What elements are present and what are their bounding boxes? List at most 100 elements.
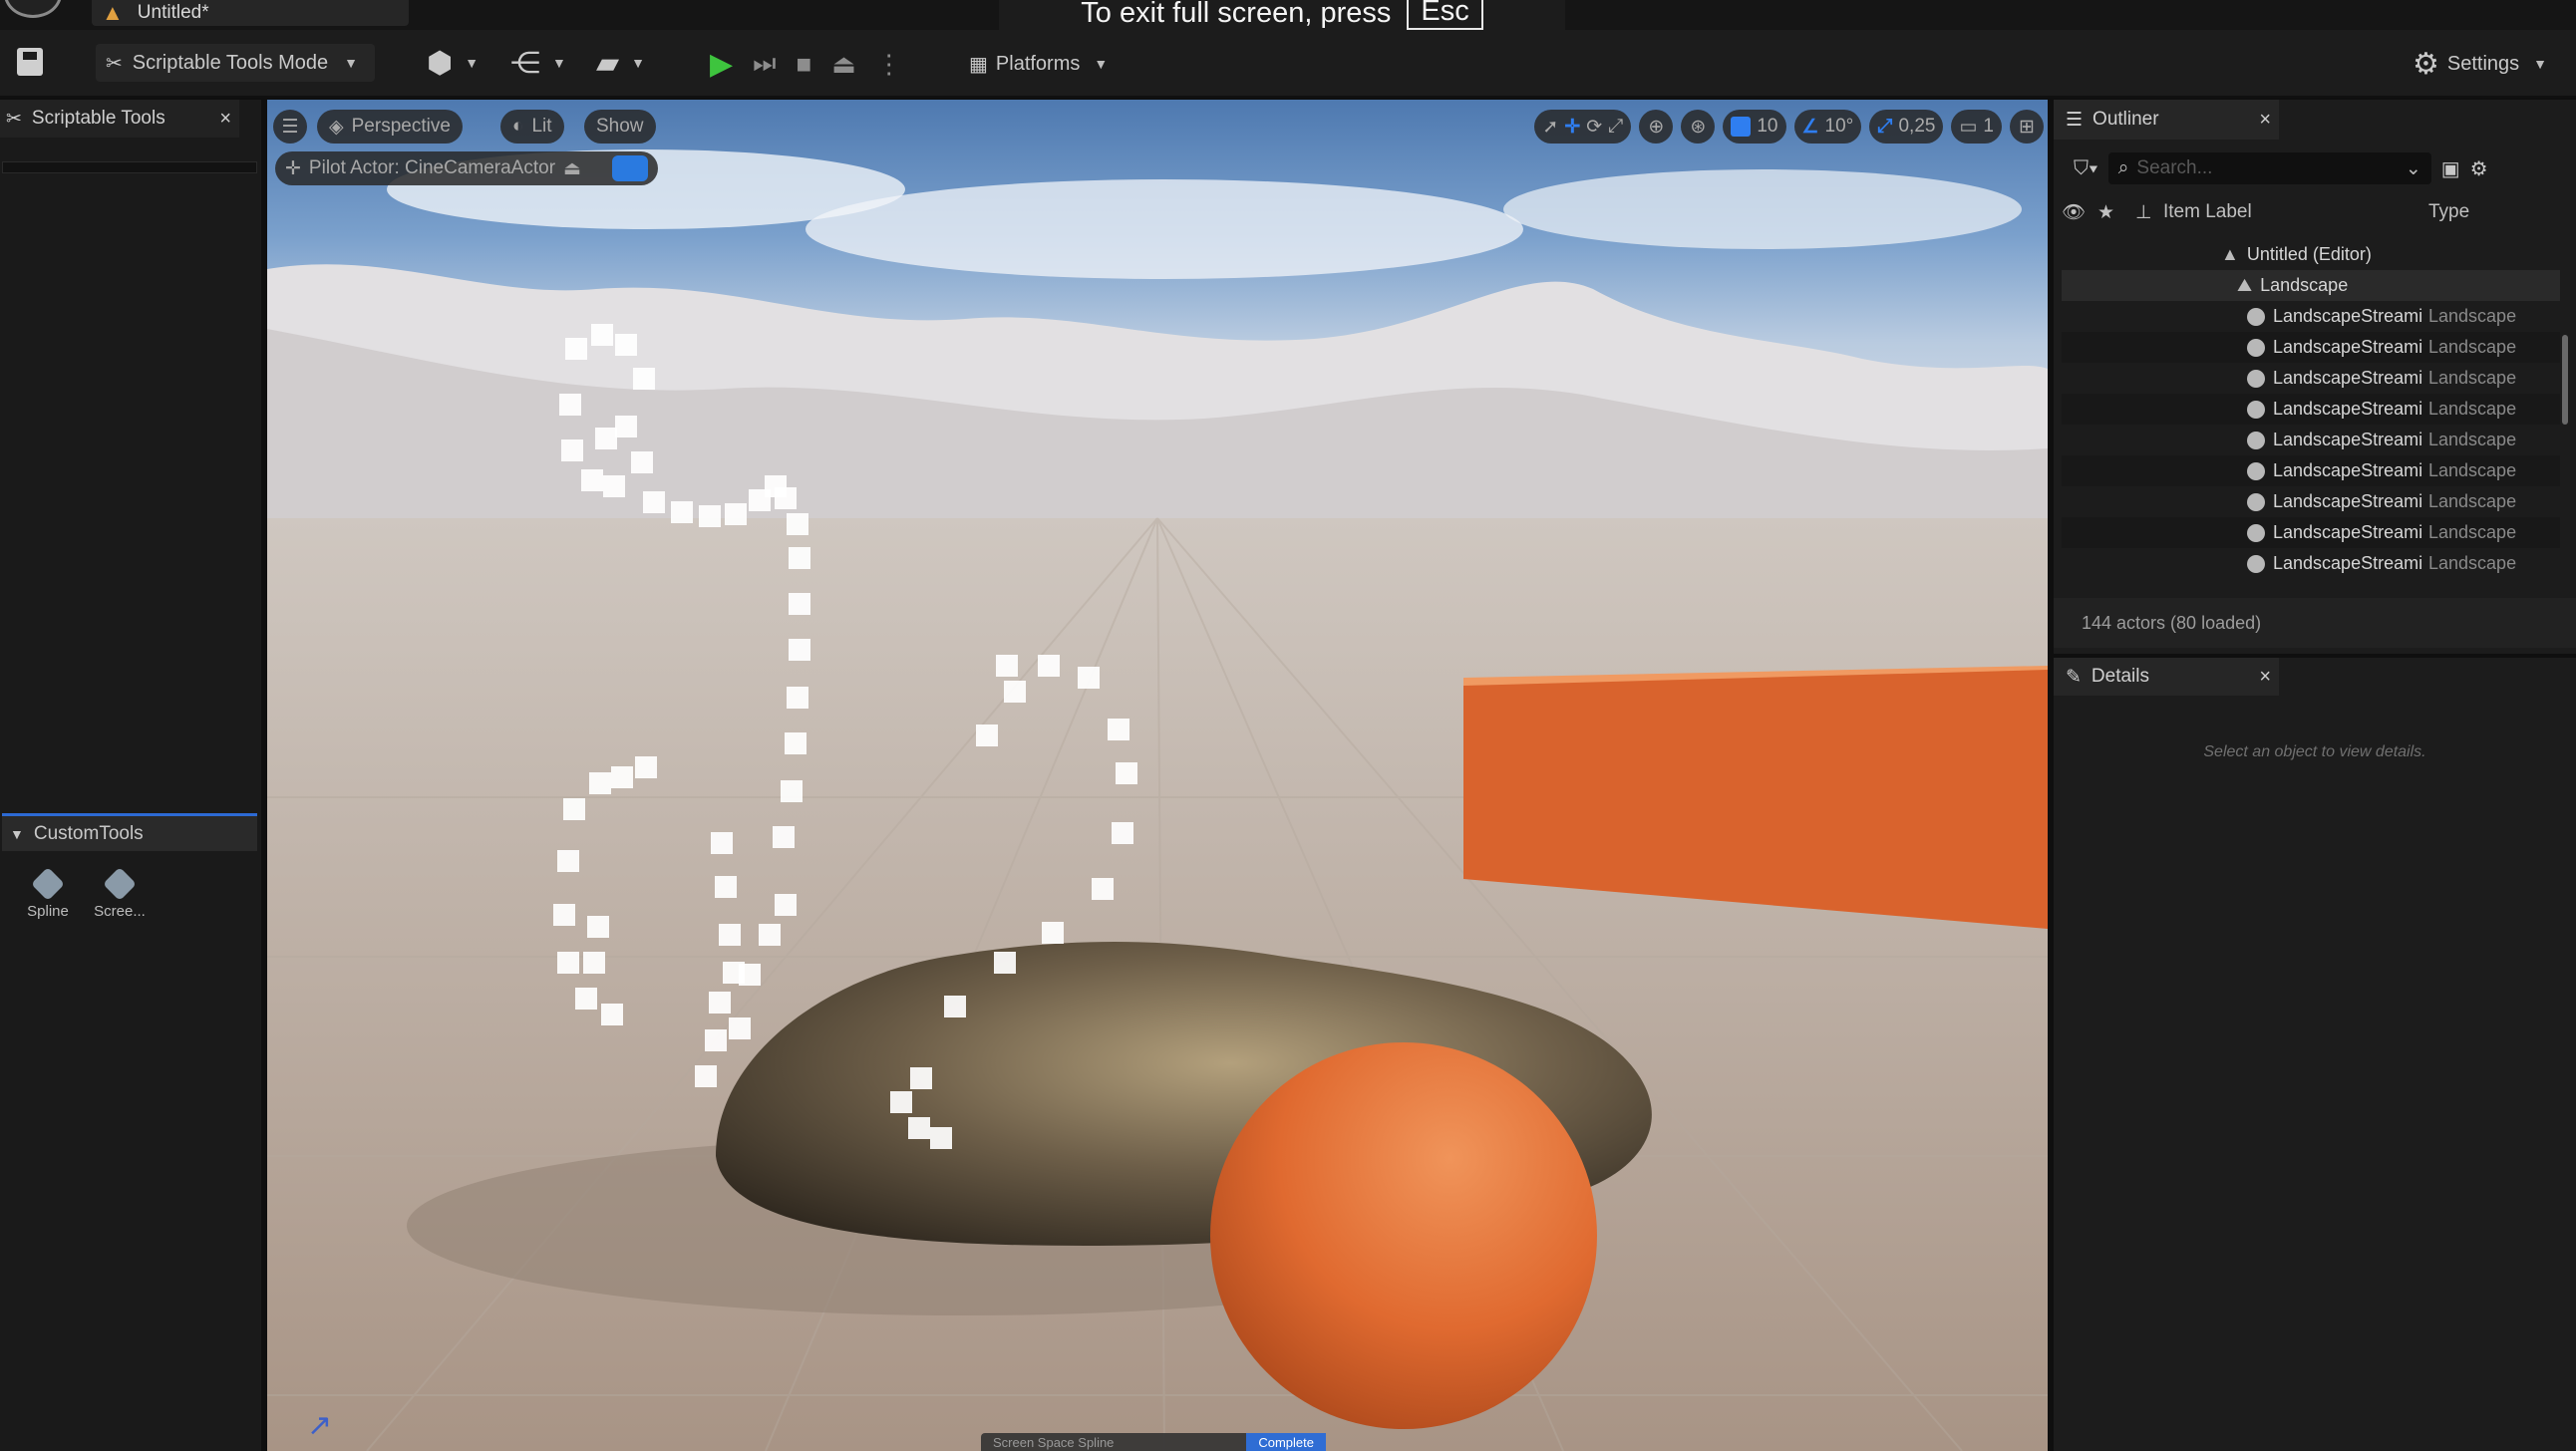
spline-control-point[interactable]: [553, 904, 575, 926]
category-header[interactable]: ▼ CustomTools: [2, 813, 257, 851]
spline-control-point[interactable]: [930, 1127, 952, 1149]
play-icon[interactable]: ▶: [710, 47, 733, 82]
spline-control-point[interactable]: [635, 756, 657, 778]
tree-root-row[interactable]: ▲ Untitled (Editor): [2062, 239, 2560, 270]
grid-snap[interactable]: 10: [1723, 110, 1786, 144]
step-icon[interactable]: ⏭: [753, 48, 776, 80]
scale-snap[interactable]: ⤢ 0,25: [1869, 110, 1944, 144]
level-tab[interactable]: ▲ Untitled*: [92, 0, 409, 26]
stop-icon[interactable]: ■: [796, 49, 811, 80]
spline-control-point[interactable]: [944, 996, 966, 1017]
world-local-toggle[interactable]: ⊕: [1639, 110, 1674, 144]
new-folder-icon[interactable]: ▣: [2441, 156, 2460, 181]
spline-control-point[interactable]: [711, 832, 733, 854]
spline-control-point[interactable]: [705, 1029, 727, 1051]
filter-icon[interactable]: ⛉▾: [2074, 157, 2098, 180]
camera-speed[interactable]: ▭ 1: [1951, 110, 2002, 144]
spline-control-point[interactable]: [910, 1067, 932, 1089]
rotation-snap[interactable]: ∠ 10°: [1793, 110, 1862, 144]
spline-control-point[interactable]: [709, 992, 731, 1014]
spline-control-point[interactable]: [785, 732, 806, 754]
spline-control-point[interactable]: [1112, 822, 1133, 844]
show-button[interactable]: Show: [584, 110, 656, 144]
spline-control-point[interactable]: [643, 491, 665, 513]
spline-control-point[interactable]: [695, 1065, 717, 1087]
spline-control-point[interactable]: [557, 850, 579, 872]
translate-icon[interactable]: ✛: [1564, 116, 1580, 139]
spline-control-point[interactable]: [1108, 719, 1129, 740]
spline-control-point[interactable]: [789, 547, 810, 569]
spline-control-point[interactable]: [789, 593, 810, 615]
spline-control-point[interactable]: [1004, 681, 1026, 703]
close-icon[interactable]: ×: [2259, 666, 2271, 689]
spline-control-point[interactable]: [787, 513, 808, 535]
unreal-logo-icon[interactable]: [4, 0, 62, 18]
spline-control-point[interactable]: [775, 894, 797, 916]
tree-folder-row[interactable]: ⛰ Landscape: [2062, 270, 2560, 301]
spline-control-point[interactable]: [589, 772, 611, 794]
outliner-search-input[interactable]: ⌕ Search... ⌄: [2107, 152, 2431, 184]
outliner-row[interactable]: LandscapeStreami Landscape: [2062, 486, 2560, 517]
spline-control-point[interactable]: [715, 876, 737, 898]
spline-control-point[interactable]: [773, 826, 795, 848]
spline-control-point[interactable]: [787, 687, 808, 709]
spline-control-point[interactable]: [561, 439, 583, 461]
scriptable-tools-tab[interactable]: ✂ Scriptable Tools ×: [0, 100, 239, 138]
spline-control-point[interactable]: [908, 1117, 930, 1139]
settings-button[interactable]: ⚙ Settings ▼: [2413, 46, 2547, 82]
spline-control-point[interactable]: [587, 916, 609, 938]
spline-control-point[interactable]: [890, 1091, 912, 1113]
camera-lock-icon[interactable]: [612, 155, 648, 181]
spline-control-point[interactable]: [631, 451, 653, 473]
tool-screen-space[interactable]: Scree...: [90, 867, 150, 939]
spline-control-point[interactable]: [1116, 762, 1137, 784]
outliner-scrollbar[interactable]: [2562, 335, 2568, 425]
rotate-icon[interactable]: ⟳: [1586, 116, 1602, 139]
gear-icon[interactable]: ⚙: [2470, 156, 2488, 181]
viewport-layout-button[interactable]: ⊞: [2010, 110, 2044, 144]
spline-control-point[interactable]: [1042, 922, 1064, 944]
spline-control-point[interactable]: [601, 1004, 623, 1025]
outliner-row[interactable]: LandscapeStreami Landscape: [2062, 363, 2560, 394]
details-tab[interactable]: ✎ Details ×: [2054, 658, 2279, 696]
spline-control-point[interactable]: [633, 368, 655, 390]
outliner-row[interactable]: LandscapeStreami Landscape: [2062, 425, 2560, 455]
spline-control-point[interactable]: [1092, 878, 1114, 900]
complete-button[interactable]: Complete: [1246, 1433, 1326, 1451]
mode-selector[interactable]: ✂ Scriptable Tools Mode ▼: [96, 44, 375, 82]
spline-control-point[interactable]: [1078, 667, 1100, 689]
spline-control-point[interactable]: [565, 338, 587, 360]
spline-control-point[interactable]: [583, 952, 605, 974]
cinematics-button[interactable]: ▰ ▼: [596, 46, 645, 80]
outliner-row[interactable]: LandscapeStreami Landscape: [2062, 548, 2560, 579]
scale-icon[interactable]: ⤢: [1608, 116, 1623, 138]
outliner-row[interactable]: LandscapeStreami Landscape: [2062, 394, 2560, 425]
spline-control-point[interactable]: [775, 487, 797, 509]
spline-control-point[interactable]: [996, 655, 1018, 677]
spline-control-point[interactable]: [1038, 655, 1060, 677]
spline-control-point[interactable]: [615, 416, 637, 437]
blueprint-button[interactable]: ⋲ ▼: [510, 46, 566, 80]
select-icon[interactable]: ➚: [1542, 116, 1558, 139]
spline-control-point[interactable]: [994, 952, 1016, 974]
outliner-row[interactable]: LandscapeStreami Landscape: [2062, 517, 2560, 548]
spline-control-point[interactable]: [581, 469, 603, 491]
spline-control-point[interactable]: [699, 505, 721, 527]
spline-control-point[interactable]: [729, 1017, 751, 1039]
star-icon[interactable]: ★: [2097, 201, 2135, 224]
spline-control-point[interactable]: [603, 475, 625, 497]
spline-control-point[interactable]: [611, 766, 633, 788]
spline-control-point[interactable]: [789, 639, 810, 661]
type-column[interactable]: Type: [2428, 201, 2469, 223]
add-actor-button[interactable]: ⬢ ▼: [427, 46, 479, 80]
spline-control-point[interactable]: [575, 988, 597, 1010]
save-button[interactable]: [14, 44, 46, 80]
close-icon[interactable]: ×: [2259, 109, 2271, 132]
surface-snap-toggle[interactable]: ⊛: [1681, 110, 1716, 144]
close-icon[interactable]: ×: [219, 108, 231, 131]
spline-control-point[interactable]: [559, 394, 581, 416]
pin-icon[interactable]: ⊥: [2135, 201, 2163, 224]
spline-control-point[interactable]: [557, 952, 579, 974]
spline-control-point[interactable]: [725, 503, 747, 525]
spline-control-point[interactable]: [781, 780, 803, 802]
